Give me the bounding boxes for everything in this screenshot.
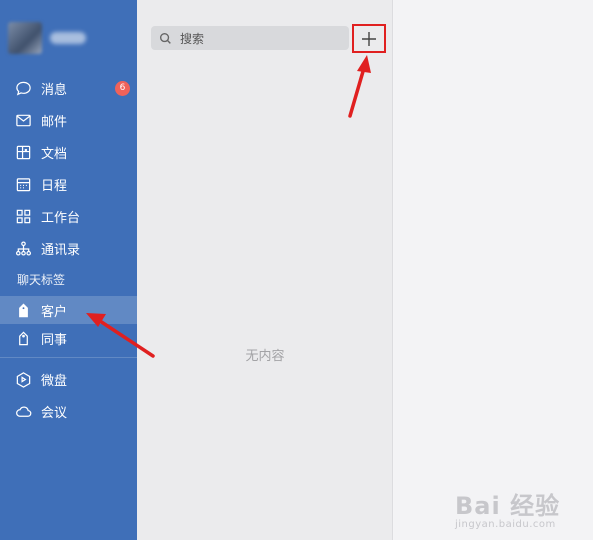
sidebar-item-label: 同事 — [41, 332, 68, 348]
empty-state-text: 无内容 — [245, 349, 285, 364]
sidebar-item-colleagues[interactable]: 同事 — [0, 324, 137, 352]
plus-icon — [362, 31, 376, 46]
tag-filled-icon — [14, 301, 32, 319]
unread-badge: 6 — [115, 80, 130, 96]
sidebar-item-label: 微盘 — [41, 373, 68, 389]
org-chart-icon — [14, 239, 32, 257]
chat-bubble-icon — [14, 79, 32, 97]
sidebar-item-label: 工作台 — [41, 210, 81, 226]
sidebar-item-workbench[interactable]: 工作台 — [0, 202, 137, 230]
sidebar-item-calendar[interactable]: 日程 — [0, 170, 137, 198]
sidebar-item-customers[interactable]: 客户 — [0, 296, 137, 324]
sidebar-item-drive[interactable]: 微盘 — [0, 365, 137, 393]
tag-outline-icon — [14, 329, 32, 347]
chat-tags-section-label: 聊天标签 — [17, 273, 66, 287]
sidebar-item-mail[interactable]: 邮件 — [0, 106, 137, 134]
sidebar-divider — [0, 357, 137, 358]
sidebar-item-label: 会议 — [41, 405, 68, 421]
sidebar-item-docs[interactable]: 文档 — [0, 138, 137, 166]
sidebar-item-label: 文档 — [41, 146, 68, 162]
calendar-icon — [14, 175, 32, 193]
grid-icon — [14, 207, 32, 225]
cloud-icon — [14, 402, 32, 420]
mail-icon — [14, 111, 32, 129]
avatar[interactable] — [8, 22, 42, 54]
search-icon — [159, 32, 171, 44]
drive-icon — [14, 370, 32, 388]
sidebar-item-meeting[interactable]: 会议 — [0, 397, 137, 425]
document-icon — [14, 143, 32, 161]
sidebar-item-messages[interactable]: 消息 6 — [0, 74, 137, 102]
search-input[interactable]: 搜索 — [151, 26, 349, 50]
sidebar-item-contacts[interactable]: 通讯录 — [0, 234, 137, 262]
baidu-jingyan-watermark: Bai 经验 jingyan.baidu.com — [455, 492, 561, 530]
user-profile[interactable] — [8, 18, 86, 58]
sidebar-item-label: 消息 — [41, 82, 68, 98]
sidebar-item-label: 日程 — [41, 178, 68, 194]
search-placeholder: 搜索 — [180, 31, 205, 46]
add-button[interactable] — [352, 24, 386, 53]
sidebar-item-label: 客户 — [41, 304, 68, 320]
sidebar-item-label: 邮件 — [41, 114, 68, 130]
content-pane — [394, 0, 593, 540]
profile-name-blurred — [50, 32, 86, 44]
sidebar: 消息 6 邮件 文档 日程 工作台 通讯录 聊天标签 客户 同事 微盘 会议 — [0, 0, 137, 540]
sidebar-item-label: 通讯录 — [41, 242, 81, 258]
conversation-list-pane: 搜索 无内容 — [137, 0, 393, 540]
